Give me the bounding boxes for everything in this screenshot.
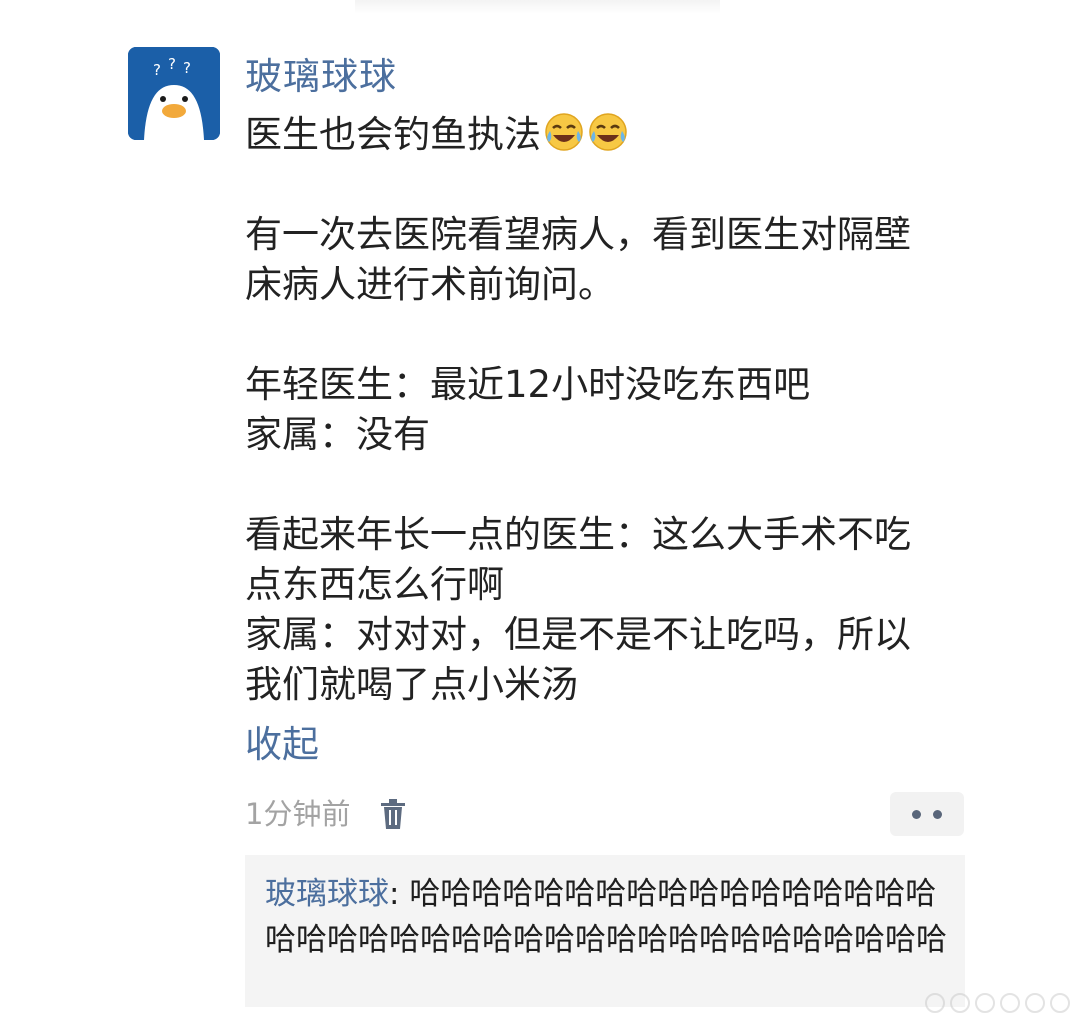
post-text-line: 看起来年长一点的医生：这么大手术不吃 (245, 513, 911, 556)
comment: 玻璃球球: 哈哈哈哈哈哈哈哈哈哈哈哈哈哈哈哈哈哈哈哈哈哈哈哈哈哈哈哈哈哈哈哈哈哈… (265, 871, 955, 963)
face-with-tears-of-joy-icon (589, 113, 627, 151)
post-headline: 医生也会钓鱼执法 (245, 113, 541, 156)
top-edge-shadow (355, 0, 720, 14)
svg-text:?: ? (153, 61, 161, 79)
svg-text:?: ? (168, 55, 176, 73)
more-dot-icon (933, 809, 942, 819)
post-text-line: 床病人进行术前询问。 (245, 263, 615, 306)
post-text-line: 家属：没有 (245, 413, 430, 456)
comment-separator: : (389, 876, 410, 912)
comment-box: 玻璃球球: 哈哈哈哈哈哈哈哈哈哈哈哈哈哈哈哈哈哈哈哈哈哈哈哈哈哈哈哈哈哈哈哈哈哈… (245, 855, 965, 1007)
post-meta-row: 1分钟前 (245, 792, 408, 836)
comment-author[interactable]: 玻璃球球 (265, 876, 389, 912)
watermark (925, 993, 1075, 1015)
more-dot-icon (912, 809, 921, 819)
trash-icon[interactable] (378, 797, 408, 831)
avatar[interactable]: ? ? ? (128, 47, 220, 140)
post-text-line: 家属：对对对，但是不是不让吃吗，所以 (245, 613, 911, 656)
post-text-line: 年轻医生：最近12小时没吃东西吧 (245, 363, 811, 406)
post-text-line: 有一次去医院看望病人，看到医生对隔壁 (245, 213, 911, 256)
post-text-line: 我们就喝了点小米汤 (245, 663, 578, 706)
face-with-tears-of-joy-icon (545, 113, 583, 151)
post-timestamp: 1分钟前 (245, 797, 351, 831)
post-author-name[interactable]: 玻璃球球 (245, 52, 397, 102)
post-headline-line: 医生也会钓鱼执法 (245, 110, 965, 160)
svg-text:?: ? (183, 59, 191, 77)
post-body: 医生也会钓鱼执法 有一次去医院看望病人，看到医生对隔壁 床病人进行术前询问。 年… (245, 110, 965, 710)
collapse-link[interactable]: 收起 (245, 720, 319, 770)
post-text-line: 点东西怎么行啊 (245, 563, 504, 606)
duck-avatar-icon: ? ? ? (128, 47, 220, 140)
more-options-button[interactable] (890, 792, 964, 836)
